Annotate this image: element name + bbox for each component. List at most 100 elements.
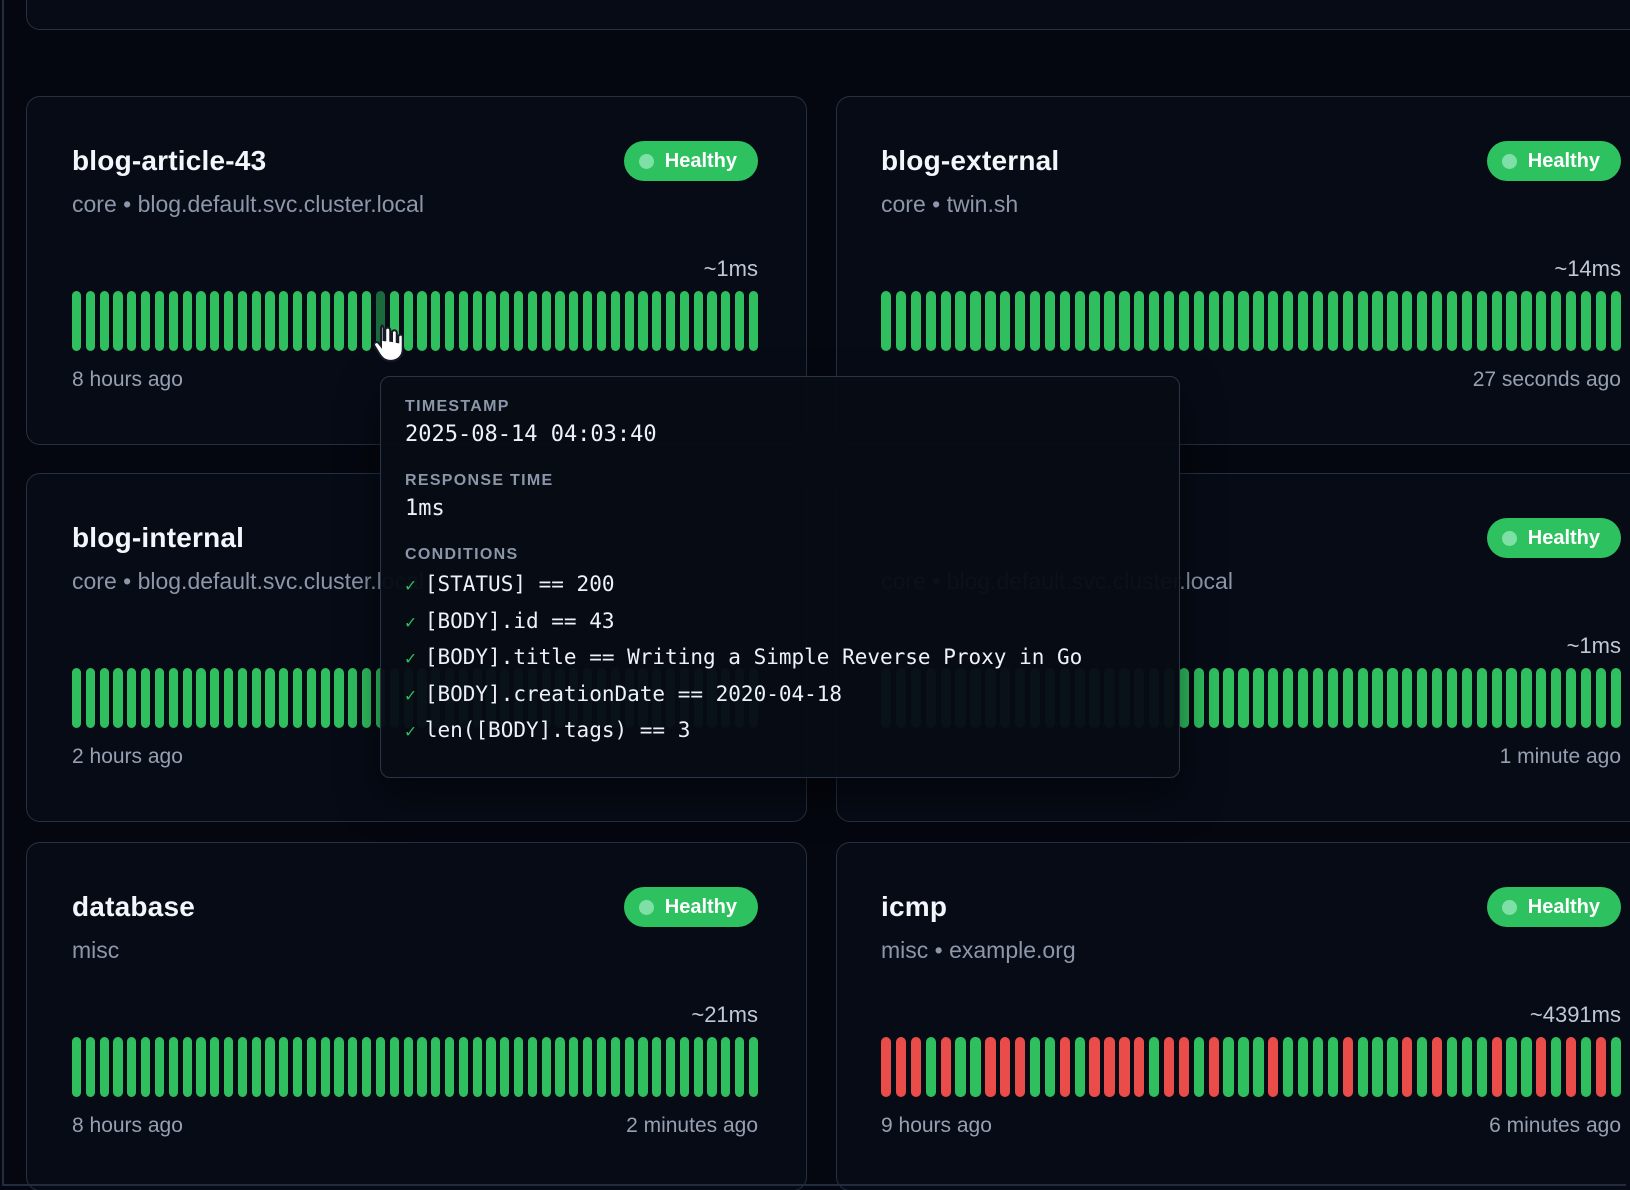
health-bar[interactable] <box>265 291 274 351</box>
health-bar[interactable] <box>1358 1037 1368 1097</box>
health-bar[interactable] <box>941 291 951 351</box>
health-bar[interactable] <box>1536 291 1546 351</box>
health-bar[interactable] <box>1596 1037 1606 1097</box>
health-bar[interactable] <box>293 668 302 728</box>
health-bar[interactable] <box>1119 291 1129 351</box>
health-bar[interactable] <box>224 668 233 728</box>
health-bar[interactable] <box>1372 1037 1382 1097</box>
health-bar[interactable] <box>348 291 357 351</box>
health-bar[interactable] <box>238 668 247 728</box>
health-bar[interactable] <box>334 1037 343 1097</box>
health-bar[interactable] <box>1000 1037 1010 1097</box>
health-bar[interactable] <box>265 1037 274 1097</box>
health-bar[interactable] <box>252 1037 261 1097</box>
health-bar[interactable] <box>1372 291 1382 351</box>
health-bar[interactable] <box>1089 291 1099 351</box>
health-bar[interactable] <box>1283 291 1293 351</box>
health-bar[interactable] <box>1372 668 1382 728</box>
health-bar[interactable] <box>896 1037 906 1097</box>
health-bar[interactable] <box>72 291 81 351</box>
health-bar[interactable] <box>486 291 495 351</box>
health-bar[interactable] <box>473 291 482 351</box>
health-bar[interactable] <box>1477 668 1487 728</box>
health-bar[interactable] <box>881 291 891 351</box>
health-bar[interactable] <box>113 291 122 351</box>
health-bar[interactable] <box>376 291 385 351</box>
health-bar[interactable] <box>583 291 592 351</box>
health-bar[interactable] <box>1596 668 1606 728</box>
health-bar[interactable] <box>896 291 906 351</box>
health-bar[interactable] <box>1015 291 1025 351</box>
health-bar[interactable] <box>1343 291 1353 351</box>
health-bar[interactable] <box>196 668 205 728</box>
health-bar[interactable] <box>183 291 192 351</box>
health-bar[interactable] <box>1492 291 1502 351</box>
health-bar[interactable] <box>293 1037 302 1097</box>
health-bar[interactable] <box>1447 291 1457 351</box>
health-bar[interactable] <box>1194 291 1204 351</box>
health-bar[interactable] <box>1387 291 1397 351</box>
health-bar[interactable] <box>224 1037 233 1097</box>
health-bar[interactable] <box>1596 291 1606 351</box>
health-bar[interactable] <box>1358 291 1368 351</box>
health-bar[interactable] <box>100 291 109 351</box>
health-bar[interactable] <box>1045 1037 1055 1097</box>
health-bar[interactable] <box>638 1037 647 1097</box>
health-bar[interactable] <box>279 1037 288 1097</box>
health-bar[interactable] <box>1253 1037 1263 1097</box>
health-bar[interactable] <box>1119 1037 1129 1097</box>
health-bar[interactable] <box>1343 1037 1353 1097</box>
health-bar[interactable] <box>1000 291 1010 351</box>
health-bar[interactable] <box>1209 668 1219 728</box>
health-bar[interactable] <box>127 668 136 728</box>
health-bar[interactable] <box>459 291 468 351</box>
health-bar[interactable] <box>155 668 164 728</box>
health-bar[interactable] <box>1462 291 1472 351</box>
health-bar[interactable] <box>431 291 440 351</box>
health-bar[interactable] <box>1521 1037 1531 1097</box>
health-bar[interactable] <box>625 1037 634 1097</box>
health-bar[interactable] <box>500 291 509 351</box>
health-bar[interactable] <box>1253 291 1263 351</box>
health-bar[interactable] <box>694 1037 703 1097</box>
health-bar[interactable] <box>72 1037 81 1097</box>
health-bar[interactable] <box>404 291 413 351</box>
health-bar[interactable] <box>652 1037 661 1097</box>
health-bar[interactable] <box>252 668 261 728</box>
health-bar[interactable] <box>1343 668 1353 728</box>
health-bar[interactable] <box>1402 1037 1412 1097</box>
health-bar[interactable] <box>86 291 95 351</box>
health-bar[interactable] <box>1506 668 1516 728</box>
health-bar[interactable] <box>417 291 426 351</box>
health-bar[interactable] <box>1417 291 1427 351</box>
health-bar[interactable] <box>1134 291 1144 351</box>
health-bar[interactable] <box>141 1037 150 1097</box>
health-bar[interactable] <box>1447 1037 1457 1097</box>
health-bar[interactable] <box>1506 291 1516 351</box>
health-bar[interactable] <box>1462 1037 1472 1097</box>
health-bar[interactable] <box>955 291 965 351</box>
health-bar[interactable] <box>1149 291 1159 351</box>
health-bar[interactable] <box>1328 1037 1338 1097</box>
health-bar[interactable] <box>1179 1037 1189 1097</box>
health-bar[interactable] <box>141 668 150 728</box>
health-bar[interactable] <box>417 1037 426 1097</box>
health-bar[interactable] <box>252 291 261 351</box>
health-bar[interactable] <box>169 291 178 351</box>
health-bar[interactable] <box>155 1037 164 1097</box>
health-bar[interactable] <box>1179 668 1189 728</box>
health-bar[interactable] <box>721 1037 730 1097</box>
health-bar[interactable] <box>1268 1037 1278 1097</box>
health-bar[interactable] <box>1358 668 1368 728</box>
health-bar[interactable] <box>1402 291 1412 351</box>
health-bar[interactable] <box>500 1037 509 1097</box>
health-bar[interactable] <box>1581 291 1591 351</box>
health-bar[interactable] <box>528 291 537 351</box>
health-bar[interactable] <box>307 668 316 728</box>
health-bar[interactable] <box>86 1037 95 1097</box>
health-bar[interactable] <box>1477 1037 1487 1097</box>
health-bar[interactable] <box>210 291 219 351</box>
health-bar[interactable] <box>1223 1037 1233 1097</box>
health-bar[interactable] <box>666 291 675 351</box>
health-bar[interactable] <box>169 668 178 728</box>
